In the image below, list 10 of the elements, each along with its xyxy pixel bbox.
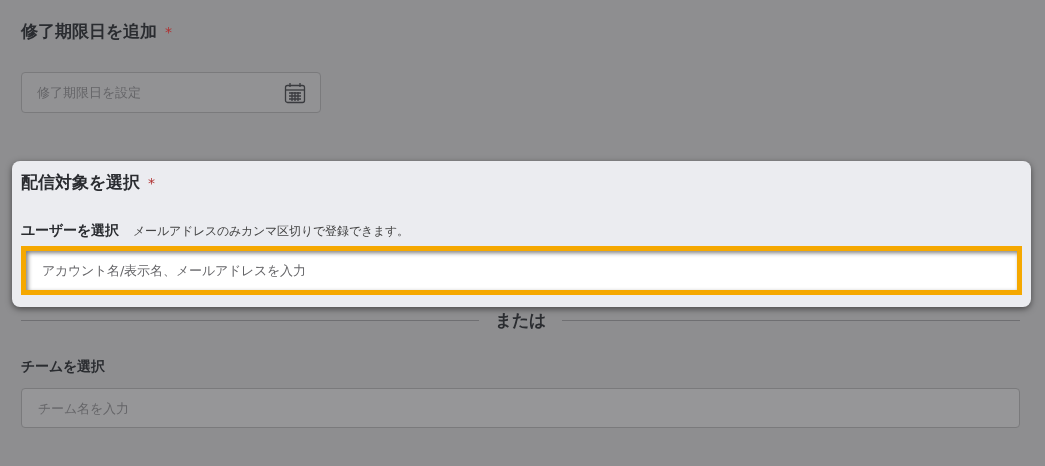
field-label: チームを選択 (21, 358, 106, 376)
required-mark: * (165, 24, 172, 40)
field-label: ユーザーを選択 (21, 222, 119, 240)
hint-text: メールアドレスのみカンマ区切りで登録できます。 (133, 223, 409, 240)
calendar-icon[interactable] (284, 82, 306, 104)
section-heading: 配信対象を選択 (21, 171, 140, 194)
divider-label: または (495, 309, 546, 332)
section-heading: 修了期限日を追加 (21, 20, 157, 43)
user-input-field[interactable]: アカウント名/表示名、メールアドレスを入力 (21, 246, 1022, 295)
required-mark: * (148, 175, 155, 191)
